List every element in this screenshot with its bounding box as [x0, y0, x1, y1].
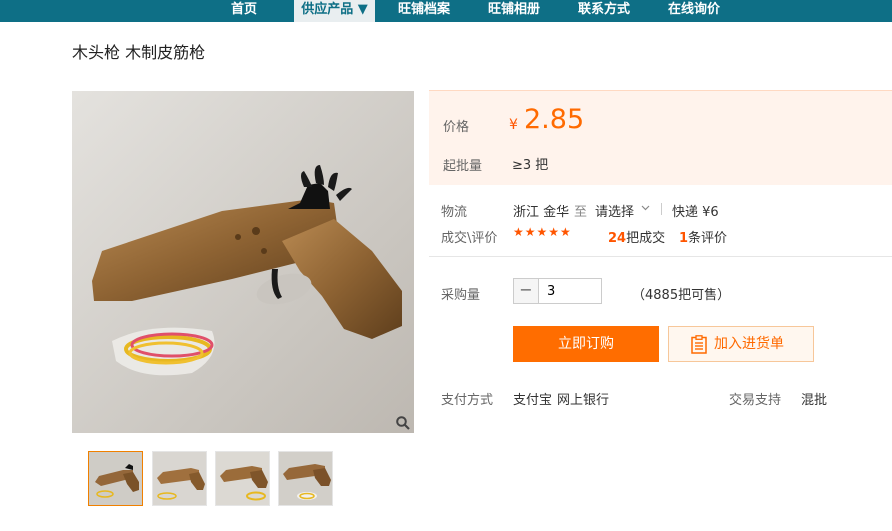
trade-support-value: 混批: [801, 393, 828, 408]
ship-to-word: 至: [574, 205, 588, 220]
shipping-fee: 快递 ¥6: [672, 205, 719, 220]
thumbnail-photo: [216, 452, 269, 505]
nav-item-products[interactable]: 供应产品 ▼: [294, 0, 375, 22]
clipboard-icon: [691, 335, 707, 354]
chevron-down-icon[interactable]: [641, 205, 650, 211]
deals-label: 成交\评价: [441, 231, 498, 246]
top-nav: 首页 供应产品 ▼ 旺铺档案 旺铺相册 联系方式 在线询价: [0, 0, 892, 22]
product-photo: [72, 91, 414, 433]
nav-item-inquiry[interactable]: 在线询价: [656, 0, 732, 22]
quantity-label: 采购量: [441, 288, 481, 303]
ship-from: 浙江 金华: [513, 205, 570, 220]
price-value: 2.85: [524, 104, 585, 135]
nav-item-shop-profile[interactable]: 旺铺档案: [386, 0, 462, 22]
sold-count: 24: [608, 231, 627, 246]
rating-stars: ★★★★★: [513, 225, 572, 239]
review-count-text[interactable]: 1条评价: [679, 227, 727, 246]
separator: [661, 203, 662, 215]
zoom-icon[interactable]: [396, 416, 410, 430]
destination-select[interactable]: 请选择: [595, 201, 634, 220]
thumbnail-photo: [89, 452, 142, 505]
add-to-cart-button[interactable]: 加入进货单: [668, 326, 814, 362]
review-suffix: 条评价: [688, 231, 728, 246]
nav-item-shop-album[interactable]: 旺铺相册: [476, 0, 552, 22]
currency-symbol: ¥: [509, 117, 518, 133]
thumbnail-photo: [279, 452, 332, 505]
sold-suffix: 把成交: [626, 231, 666, 246]
quantity-minus-button[interactable]: −: [514, 279, 539, 303]
payment-method-alipay: 支付宝: [513, 393, 553, 408]
price-label: 价格: [443, 120, 470, 135]
thumbnail-photo: [153, 452, 206, 505]
payment-label: 支付方式: [441, 393, 494, 408]
stock-available: （4885把可售）: [632, 288, 731, 303]
trade-support-label: 交易支持: [729, 393, 782, 408]
payment-method-bank: 网上银行: [557, 393, 610, 408]
thumbnail-2[interactable]: [152, 451, 207, 506]
logistics-label: 物流: [441, 205, 468, 220]
add-to-cart-label: 加入进货单: [714, 336, 784, 352]
review-count: 1: [679, 231, 689, 246]
quantity-stepper: −: [513, 278, 602, 304]
page-title: 木头枪 木制皮筋枪: [72, 43, 206, 62]
buy-now-button[interactable]: 立即订购: [513, 326, 659, 362]
nav-item-contact[interactable]: 联系方式: [566, 0, 642, 22]
nav-item-home[interactable]: 首页: [216, 0, 272, 22]
thumbnail-1[interactable]: [88, 451, 143, 506]
moq-value: ≥3 把: [512, 158, 549, 173]
product-main-image[interactable]: [72, 91, 414, 433]
moq-label: 起批量: [443, 159, 483, 174]
sold-count-text[interactable]: 24把成交: [608, 227, 665, 246]
price-panel: [429, 90, 892, 185]
thumbnail-3[interactable]: [215, 451, 270, 506]
divider: [429, 256, 892, 257]
thumbnail-4[interactable]: [278, 451, 333, 506]
quantity-input[interactable]: [540, 279, 600, 303]
